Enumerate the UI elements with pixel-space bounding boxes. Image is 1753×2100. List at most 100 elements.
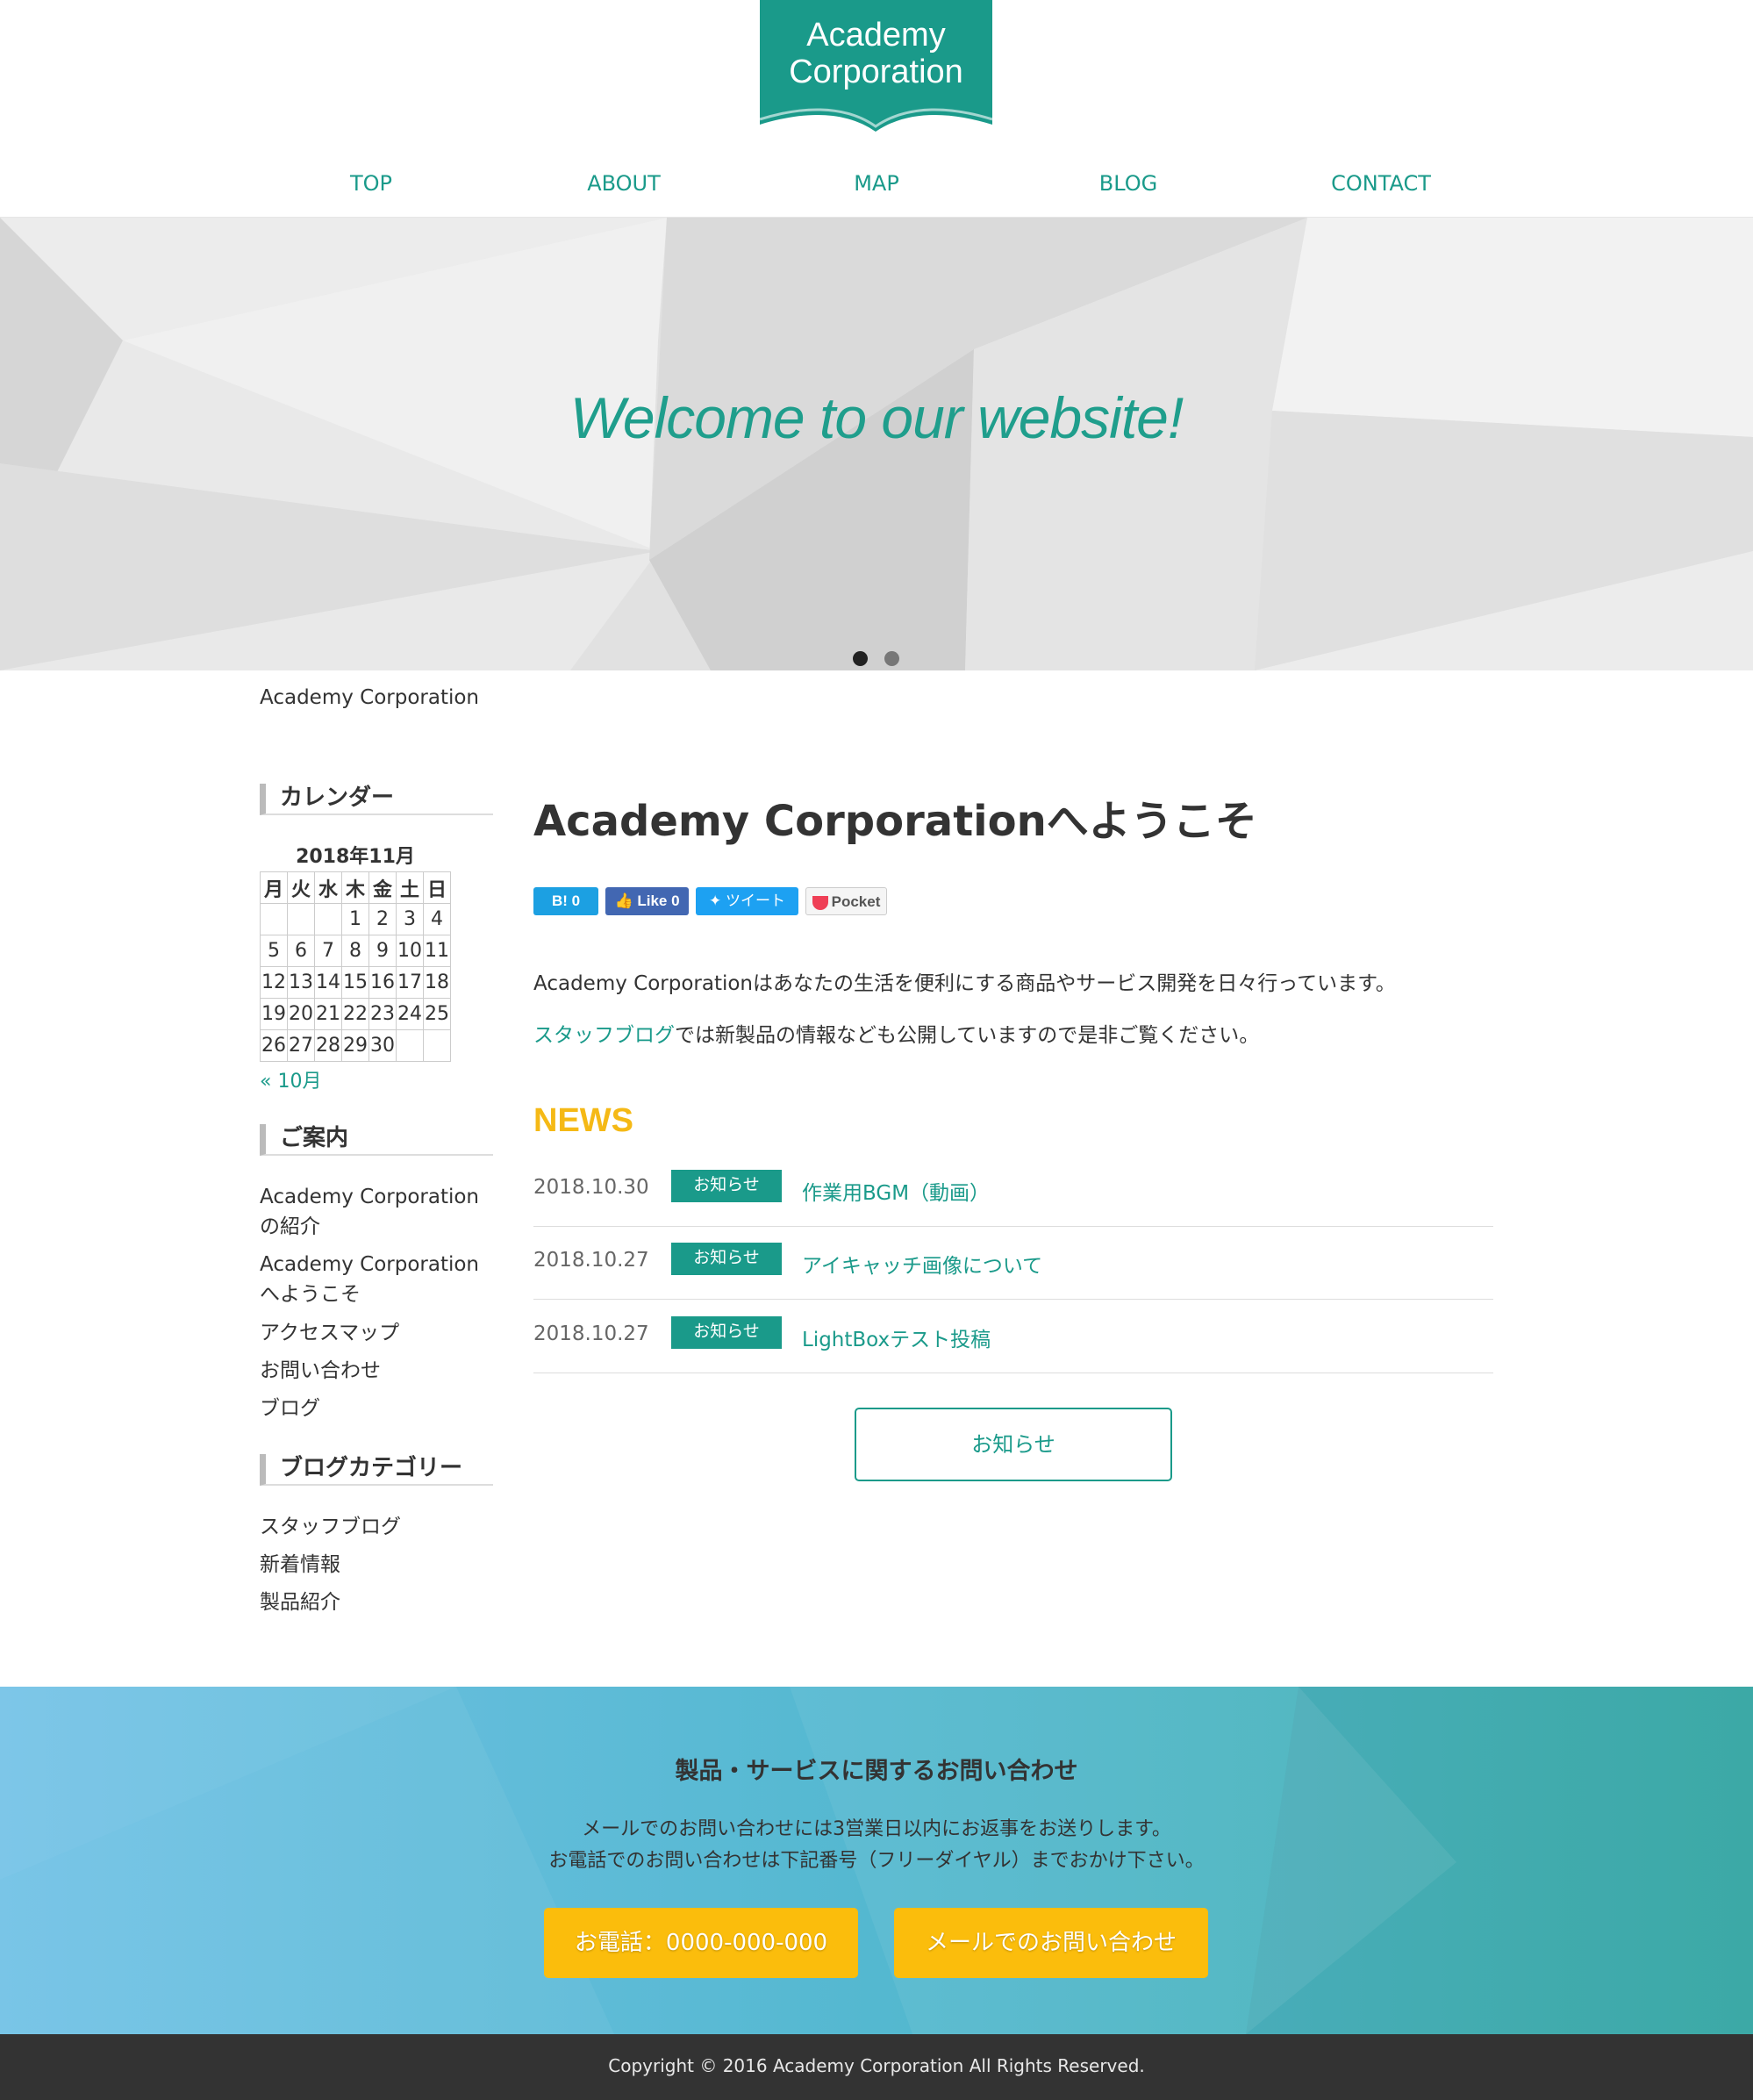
calendar-day: 3 [396, 903, 424, 935]
guide-link-blog[interactable]: ブログ [260, 1394, 497, 1423]
logo-line-1: Academy [806, 17, 946, 54]
hero-slider[interactable]: Welcome to our website! [0, 218, 1753, 670]
calendar-day [396, 1029, 424, 1062]
guide-heading: ご案内 [260, 1124, 493, 1156]
news-title-link[interactable]: 作業用BGM（動画） [802, 1176, 990, 1206]
facebook-like-label: Like 0 [637, 892, 680, 909]
calendar-day: 13 [287, 966, 315, 999]
category-link-news[interactable]: 新着情報 [260, 1550, 497, 1580]
hero-headline: Welcome to our website! [569, 385, 1184, 450]
pocket-button[interactable]: Pocket [805, 887, 887, 915]
phone-contact-button[interactable]: お電話：0000-000-000 [544, 1908, 858, 1978]
logo-line-2: Corporation [789, 54, 963, 90]
guide-link-about[interactable]: Academy Corporationの紹介 [260, 1182, 497, 1242]
calendar-day: 27 [287, 1029, 315, 1062]
calendar-day: 16 [368, 966, 397, 999]
calendar-day: 30 [368, 1029, 397, 1062]
weekday-sun: 日 [423, 871, 451, 904]
calendar-day: 9 [368, 935, 397, 967]
site-logo[interactable]: Academy Corporation [760, 0, 992, 132]
news-date: 2018.10.27 [533, 1322, 649, 1345]
calendar-day: 7 [314, 935, 342, 967]
nav-map[interactable]: MAP [789, 165, 964, 202]
calendar-day: 12 [260, 966, 288, 999]
calendar-month-title: 2018年11月 [296, 846, 415, 868]
footer-copyright: Copyright © 2016 Academy Corporation All… [0, 2034, 1753, 2100]
slider-dot-2[interactable] [884, 651, 899, 666]
calendar-day: 15 [341, 966, 369, 999]
facebook-like-button[interactable]: 👍 Like 0 [605, 887, 689, 915]
staff-blog-link[interactable]: スタッフブログ [533, 1024, 675, 1047]
calendar-day: 8 [341, 935, 369, 967]
calendar-day: 28 [314, 1029, 342, 1062]
news-date: 2018.10.30 [533, 1176, 649, 1199]
nav-blog[interactable]: BLOG [1041, 165, 1216, 202]
news-item: 2018.10.27 お知らせ アイキャッチ画像について [533, 1226, 1493, 1300]
calendar-week: 1 2 3 4 [260, 903, 451, 935]
calendar-day: 21 [314, 998, 342, 1030]
calendar-day: 1 [341, 903, 369, 935]
calendar-prev-month-link[interactable]: « 10月 [260, 1065, 321, 1093]
calendar-heading: カレンダー [260, 784, 493, 815]
nav-about[interactable]: ABOUT [536, 165, 712, 202]
guide-link-access-map[interactable]: アクセスマップ [260, 1318, 497, 1348]
tweet-label: ツイート [725, 892, 785, 909]
calendar-day: 14 [314, 966, 342, 999]
calendar-day [423, 1029, 451, 1062]
calendar-week: 19 20 21 22 23 24 25 [260, 998, 451, 1030]
calendar-week: 5 6 7 8 9 10 11 [260, 935, 451, 967]
news-heading: NEWS [533, 1102, 633, 1139]
slider-dot-1[interactable] [853, 651, 868, 666]
category-link-products[interactable]: 製品紹介 [260, 1588, 497, 1617]
pocket-label: Pocket [831, 893, 881, 910]
nav-contact[interactable]: CONTACT [1293, 165, 1469, 202]
calendar-table: 月 火 水 木 金 土 日 1 2 3 4 5 6 7 8 9 10 11 12… [260, 871, 451, 1062]
news-title-link[interactable]: アイキャッチ画像について [802, 1249, 1042, 1279]
calendar-day: 23 [368, 998, 397, 1030]
calendar-day: 24 [396, 998, 424, 1030]
global-nav: TOP ABOUT MAP BLOG CONTACT [0, 165, 1753, 202]
calendar-weekday-row: 月 火 水 木 金 土 日 [260, 871, 451, 904]
calendar-day: 10 [396, 935, 424, 967]
calendar-day: 6 [287, 935, 315, 967]
guide-link-contact[interactable]: お問い合わせ [260, 1356, 497, 1386]
calendar-day: 26 [260, 1029, 288, 1062]
category-link-staff-blog[interactable]: スタッフブログ [260, 1512, 497, 1542]
weekday-sat: 土 [396, 871, 424, 904]
calendar-day [260, 903, 288, 935]
calendar-day [287, 903, 315, 935]
calendar-day [314, 903, 342, 935]
calendar-day: 5 [260, 935, 288, 967]
guide-link-welcome[interactable]: Academy Corporationへようこそ [260, 1250, 497, 1309]
weekday-tue: 火 [287, 871, 315, 904]
news-title-link[interactable]: LightBoxテスト投稿 [802, 1322, 991, 1352]
blog-category-heading: ブログカテゴリー [260, 1454, 493, 1486]
news-category-badge: お知らせ [671, 1243, 782, 1275]
calendar-day: 11 [423, 935, 451, 967]
calendar-week: 26 27 28 29 30 [260, 1029, 451, 1062]
contact-section: 製品・サービスに関するお問い合わせ メールでのお問い合わせには3営業日以内にお返… [0, 1687, 1753, 2034]
breadcrumb: Academy Corporation [260, 686, 480, 709]
calendar-day: 29 [341, 1029, 369, 1062]
mail-contact-button[interactable]: メールでのお問い合わせ [894, 1908, 1208, 1978]
page-title: Academy Corporationへようこそ [533, 797, 1257, 846]
nav-top[interactable]: TOP [283, 165, 459, 202]
calendar-day: 4 [423, 903, 451, 935]
calendar-day: 22 [341, 998, 369, 1030]
weekday-mon: 月 [260, 871, 288, 904]
thumbs-up-icon: 👍 [614, 892, 633, 909]
weekday-fri: 金 [368, 871, 397, 904]
news-item: 2018.10.30 お知らせ 作業用BGM（動画） [533, 1153, 1493, 1227]
news-category-badge: お知らせ [671, 1316, 782, 1349]
intro-paragraph-2: スタッフブログでは新製品の情報なども公開していますので是非ご覧ください。 [533, 1018, 1259, 1048]
intro-paragraph: Academy Corporationはあなたの生活を便利にする商品やサービス開… [533, 972, 1396, 995]
calendar-day: 19 [260, 998, 288, 1030]
calendar-day: 18 [423, 966, 451, 999]
twitter-tweet-button[interactable]: ✦ ツイート [696, 887, 798, 915]
contact-title: 製品・サービスに関するお問い合わせ [675, 1758, 1078, 1785]
hatena-bookmark-button[interactable]: B! 0 [533, 887, 598, 915]
calendar-day: 17 [396, 966, 424, 999]
calendar-day: 20 [287, 998, 315, 1030]
news-list-button[interactable]: お知らせ [855, 1408, 1172, 1481]
contact-description-1: メールでのお問い合わせには3営業日以内にお返事をお送りします。 [582, 1818, 1171, 1840]
